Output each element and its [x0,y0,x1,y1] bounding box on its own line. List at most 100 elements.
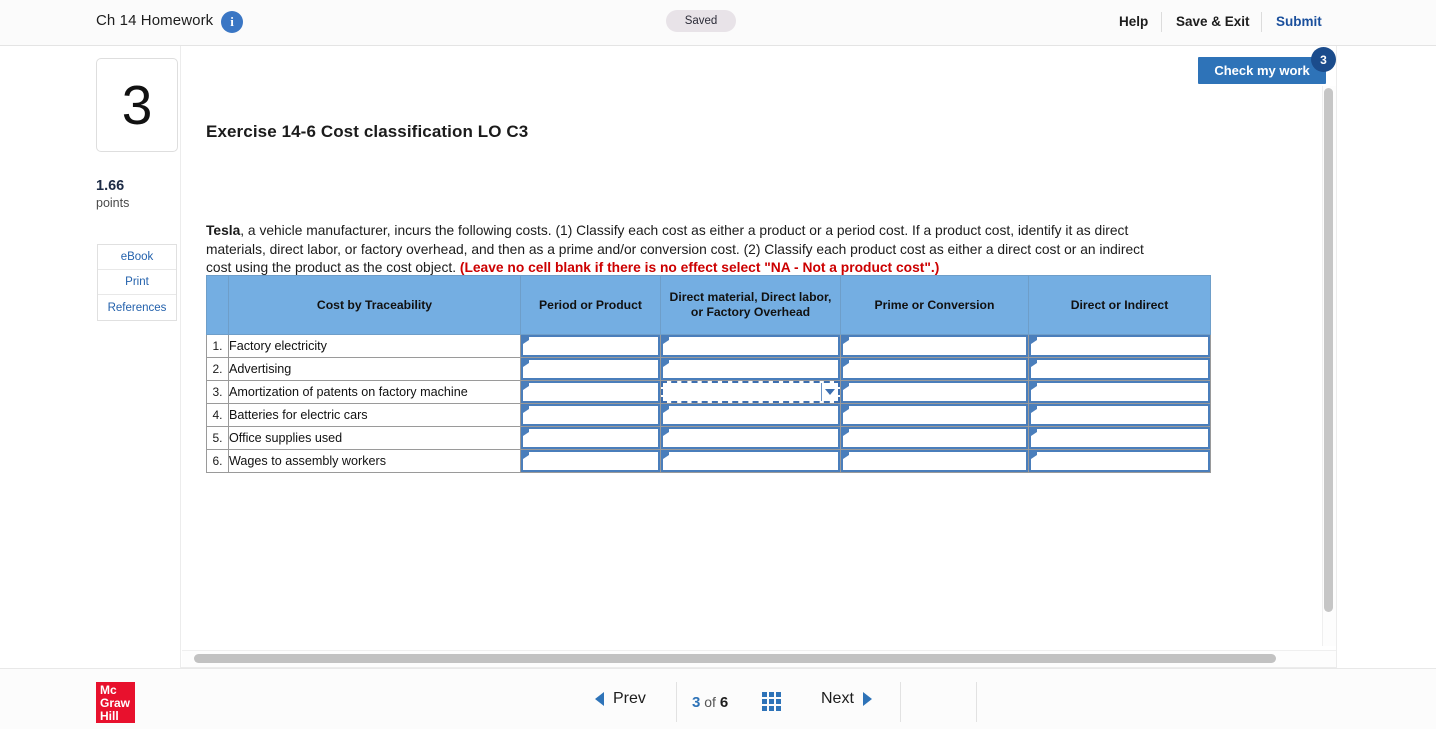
footer-divider [676,682,677,722]
exercise-title: Exercise 14-6 Cost classification LO C3 [206,122,529,141]
page-of-label: of [704,694,716,710]
dropdown-cell-prime-or-conversion[interactable] [841,450,1028,472]
status-badge-saved: Saved [666,10,736,32]
exercise-content-panel: Exercise 14-6 Cost classification LO C3 … [180,46,1336,650]
vertical-scrollbar-thumb[interactable] [1324,88,1333,612]
print-link[interactable]: Print [98,270,176,295]
cell-container-period-or-product [520,449,661,473]
save-and-exit-link[interactable]: Save & Exit [1176,14,1250,29]
dropdown-cell-period-or-product[interactable] [521,450,660,472]
logo-line-2: Graw [100,696,131,711]
dropdown-cell-direct-or-indirect[interactable] [1029,404,1210,426]
topbar-divider [1261,12,1262,32]
next-button[interactable]: Next [821,690,872,708]
cell-container-prime-or-conversion [840,334,1029,358]
rail-links: eBook Print References [97,244,177,321]
chevron-down-icon[interactable] [821,383,838,401]
prompt-instruction-note: (Leave no cell blank if there is no effe… [459,260,940,275]
cost-label: Amortization of patents on factory machi… [228,380,521,404]
row-number: 6. [206,449,229,473]
dropdown-cell-direct-or-indirect[interactable] [1029,427,1210,449]
dropdown-cell-period-or-product[interactable] [521,427,660,449]
row-number: 3. [206,380,229,404]
cell-container-prime-or-conversion [840,380,1029,404]
dropdown-cell-direct-or-indirect[interactable] [1029,450,1210,472]
column-header-period-or-product: Period or Product [520,275,661,335]
logo-line-3: Hill [100,709,119,724]
cost-label: Factory electricity [228,334,521,358]
top-bar: Ch 14 Homework i Saved Help Save & Exit … [0,0,1436,46]
table-header: Cost by Traceability Period or Product D… [206,275,1211,335]
cell-container-direct-or-indirect [1028,357,1211,381]
footer-divider [900,682,901,722]
cell-container-period-or-product [520,380,661,404]
dropdown-cell-period-or-product[interactable] [521,404,660,426]
cell-container-direct-or-indirect [1028,403,1211,427]
page-indicator: 3 of 6 [692,694,728,711]
cell-container-period-or-product [520,403,661,427]
dropdown-cell-dm-dl-fo[interactable] [661,358,840,380]
dropdown-cell-dm-dl-fo[interactable] [661,381,840,403]
cell-container-prime-or-conversion [840,357,1029,381]
prev-button-label: Prev [613,690,646,707]
dropdown-cell-direct-or-indirect[interactable] [1029,381,1210,403]
dropdown-cell-prime-or-conversion[interactable] [841,335,1028,357]
horizontal-scrollbar-thumb[interactable] [194,654,1276,663]
cell-container-direct-or-indirect [1028,380,1211,404]
prev-button[interactable]: Prev [595,690,646,708]
next-button-label: Next [821,690,854,707]
cell-container-direct-or-indirect [1028,449,1211,473]
chevron-left-icon [595,692,604,706]
table-row: 5. Office supplies used [206,426,1211,450]
table-row: 6. Wages to assembly workers [206,449,1211,473]
logo-line-1: Mc [100,683,117,697]
dropdown-cell-dm-dl-fo[interactable] [661,450,840,472]
cost-label: Advertising [228,357,521,381]
cost-label: Office supplies used [228,426,521,450]
column-header-direct-or-indirect: Direct or Indirect [1028,275,1211,335]
points-value: 1.66 [96,178,125,194]
references-link[interactable]: References [98,295,176,320]
cost-label: Wages to assembly workers [228,449,521,473]
cost-label: Batteries for electric cars [228,403,521,427]
cell-container-dm-dl-fo [660,403,841,427]
ebook-link[interactable]: eBook [98,245,176,270]
dropdown-cell-period-or-product[interactable] [521,381,660,403]
dropdown-cell-dm-dl-fo[interactable] [661,335,840,357]
question-number: 3 [121,73,153,136]
submit-link[interactable]: Submit [1276,14,1322,29]
help-link[interactable]: Help [1119,14,1148,29]
points-label: points [96,196,130,210]
dropdown-cell-prime-or-conversion[interactable] [841,381,1028,403]
dropdown-cell-direct-or-indirect[interactable] [1029,335,1210,357]
dropdown-cell-dm-dl-fo[interactable] [661,427,840,449]
dropdown-cell-period-or-product[interactable] [521,358,660,380]
column-header-cost-by-traceability: Cost by Traceability [228,275,521,335]
table-row: 2. Advertising [206,357,1211,381]
cell-container-prime-or-conversion [840,426,1029,450]
dropdown-cell-prime-or-conversion[interactable] [841,358,1028,380]
chevron-right-icon [862,692,872,706]
dropdown-cell-period-or-product[interactable] [521,335,660,357]
footer-divider [976,682,977,722]
column-header-dm-dl-fo: Direct material, Direct labor, or Factor… [660,275,841,335]
table-body: 1. Factory electricity 2. Advertising 3. Amor… [206,334,1211,473]
cell-container-direct-or-indirect [1028,334,1211,358]
cell-container-dm-dl-fo [660,357,841,381]
exercise-prompt: Tesla, a vehicle manufacturer, incurs th… [206,222,1150,278]
row-number: 2. [206,357,229,381]
table-row: 1. Factory electricity [206,334,1211,358]
column-header-prime-or-conversion: Prime or Conversion [840,275,1029,335]
page-current: 3 [692,694,701,711]
dropdown-cell-prime-or-conversion[interactable] [841,427,1028,449]
cell-container-period-or-product [520,426,661,450]
cell-container-dm-dl-fo [660,426,841,450]
dropdown-cell-dm-dl-fo[interactable] [661,404,840,426]
dropdown-cell-prime-or-conversion[interactable] [841,404,1028,426]
check-my-work-button[interactable]: Check my work [1198,57,1326,84]
cell-container-period-or-product [520,357,661,381]
grid-view-icon[interactable] [762,692,781,711]
prompt-company-name: Tesla [206,223,241,238]
info-icon[interactable]: i [221,11,243,33]
dropdown-cell-direct-or-indirect[interactable] [1029,358,1210,380]
